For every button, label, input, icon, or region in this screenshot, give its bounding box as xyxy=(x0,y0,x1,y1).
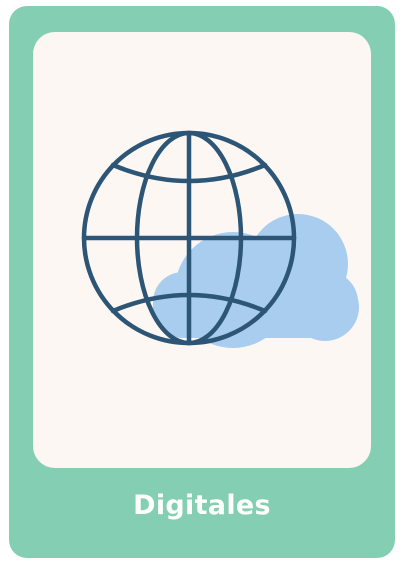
card-title: Digitales xyxy=(133,490,271,521)
globe-with-cloud-icon xyxy=(81,130,359,348)
globe-icon xyxy=(81,130,297,346)
cloud-icon xyxy=(153,214,359,348)
category-card[interactable]: Digitales xyxy=(9,6,395,558)
illustration-panel xyxy=(33,32,371,468)
